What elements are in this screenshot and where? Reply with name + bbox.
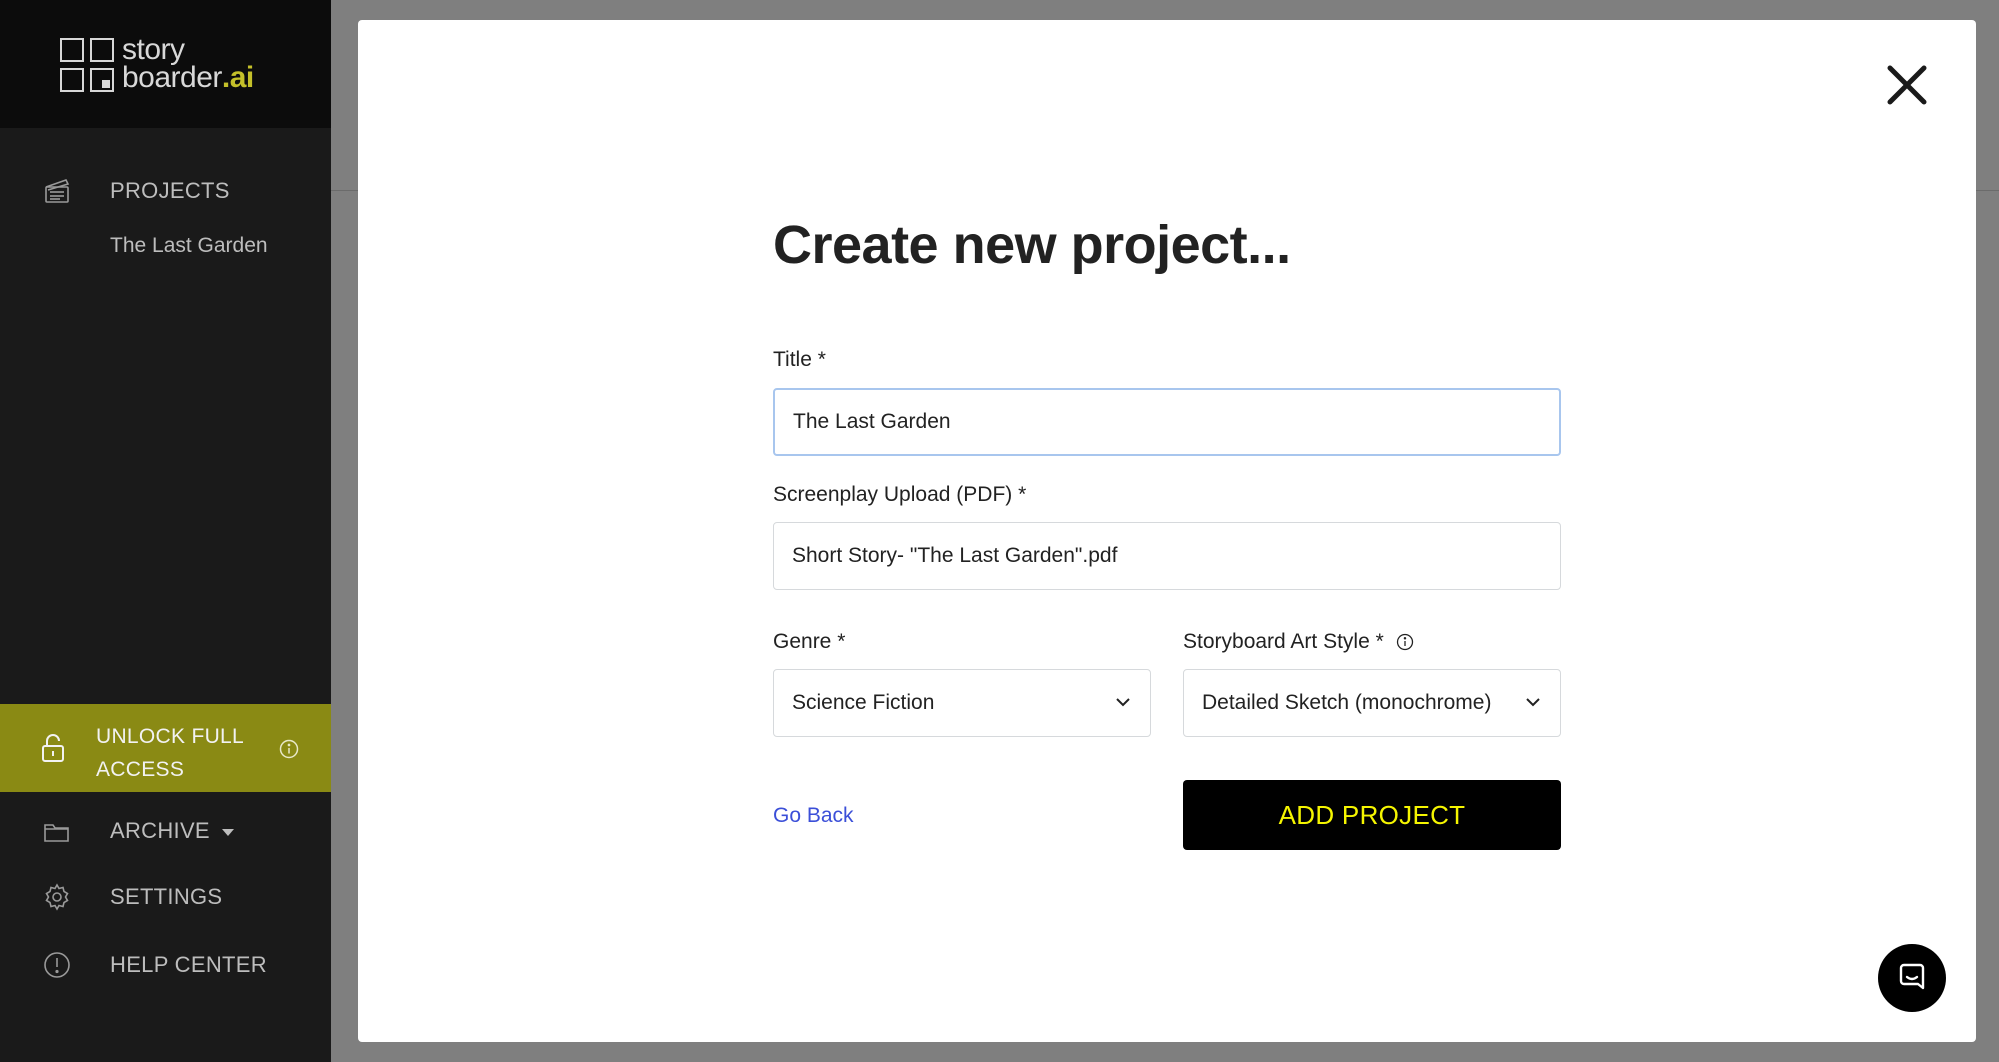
go-back-link[interactable]: Go Back xyxy=(773,804,854,828)
sidebar-item-label: HELP CENTER xyxy=(110,952,267,977)
close-icon[interactable] xyxy=(1884,62,1930,108)
logo-text: story boarder.ai xyxy=(122,33,254,94)
caret-down-icon xyxy=(221,828,234,836)
gear-icon xyxy=(45,883,69,911)
chevron-down-icon xyxy=(1526,698,1540,707)
genre-value: Science Fiction xyxy=(792,691,935,714)
add-project-button[interactable]: ADD PROJECT xyxy=(1183,780,1561,850)
logo-area: story boarder.ai xyxy=(0,0,331,128)
unlock-label-line-2: ACCESS xyxy=(96,758,185,781)
genre-label: Genre * xyxy=(773,630,846,653)
unlock-label-line-1: UNLOCK FULL xyxy=(96,725,245,748)
modal-title: Create new project... xyxy=(773,215,1291,275)
unlock-label: UNLOCK FULL ACCESS xyxy=(96,720,244,786)
logo-line-1: story xyxy=(122,33,185,66)
sidebar-item-label: SETTINGS xyxy=(110,884,223,909)
alert-circle-icon xyxy=(44,952,70,978)
lock-icon xyxy=(42,734,64,762)
archive-label: ARCHIVE xyxy=(110,818,210,843)
art-style-label: Storyboard Art Style * xyxy=(1183,630,1414,654)
sidebar-item-label: PROJECTS xyxy=(110,178,230,203)
genre-select[interactable]: Science Fiction xyxy=(773,669,1151,737)
chat-icon xyxy=(1899,963,1925,990)
sidebar-project-item[interactable]: The Last Garden xyxy=(110,234,268,258)
sidebar-item-archive[interactable]: ARCHIVE xyxy=(0,808,331,854)
logo-ai: .ai xyxy=(221,61,254,94)
sidebar-item-help-center[interactable]: HELP CENTER xyxy=(0,942,331,988)
info-icon[interactable] xyxy=(1396,633,1414,651)
sidebar: story boarder.ai PROJECTS The Last Garde… xyxy=(0,0,331,1062)
chevron-down-icon xyxy=(1116,698,1130,707)
logo[interactable]: story boarder.ai xyxy=(60,33,254,94)
clapperboard-icon xyxy=(45,179,70,203)
chat-launcher-button[interactable] xyxy=(1878,944,1946,1012)
create-project-modal: Create new project... Title * Screenplay… xyxy=(358,20,1976,1042)
sidebar-item-label: ARCHIVE xyxy=(110,818,234,844)
sidebar-item-projects[interactable]: PROJECTS xyxy=(0,166,331,216)
art-style-select[interactable]: Detailed Sketch (monochrome) xyxy=(1183,669,1561,737)
logo-mark xyxy=(60,38,116,94)
screenplay-label: Screenplay Upload (PDF) * xyxy=(773,483,1027,506)
logo-line-2: boarder xyxy=(122,61,222,94)
folder-icon xyxy=(44,824,69,842)
info-icon[interactable] xyxy=(279,739,299,759)
sidebar-item-settings[interactable]: SETTINGS xyxy=(0,874,331,920)
screenplay-upload-field[interactable]: Short Story- "The Last Garden".pdf xyxy=(773,522,1561,590)
art-style-label-text: Storyboard Art Style * xyxy=(1183,630,1384,653)
title-label: Title * xyxy=(773,348,826,371)
title-input[interactable] xyxy=(773,388,1561,456)
screenplay-file-name: Short Story- "The Last Garden".pdf xyxy=(792,544,1118,567)
art-style-value: Detailed Sketch (monochrome) xyxy=(1202,691,1492,714)
unlock-full-access-button[interactable]: UNLOCK FULL ACCESS xyxy=(0,704,331,792)
